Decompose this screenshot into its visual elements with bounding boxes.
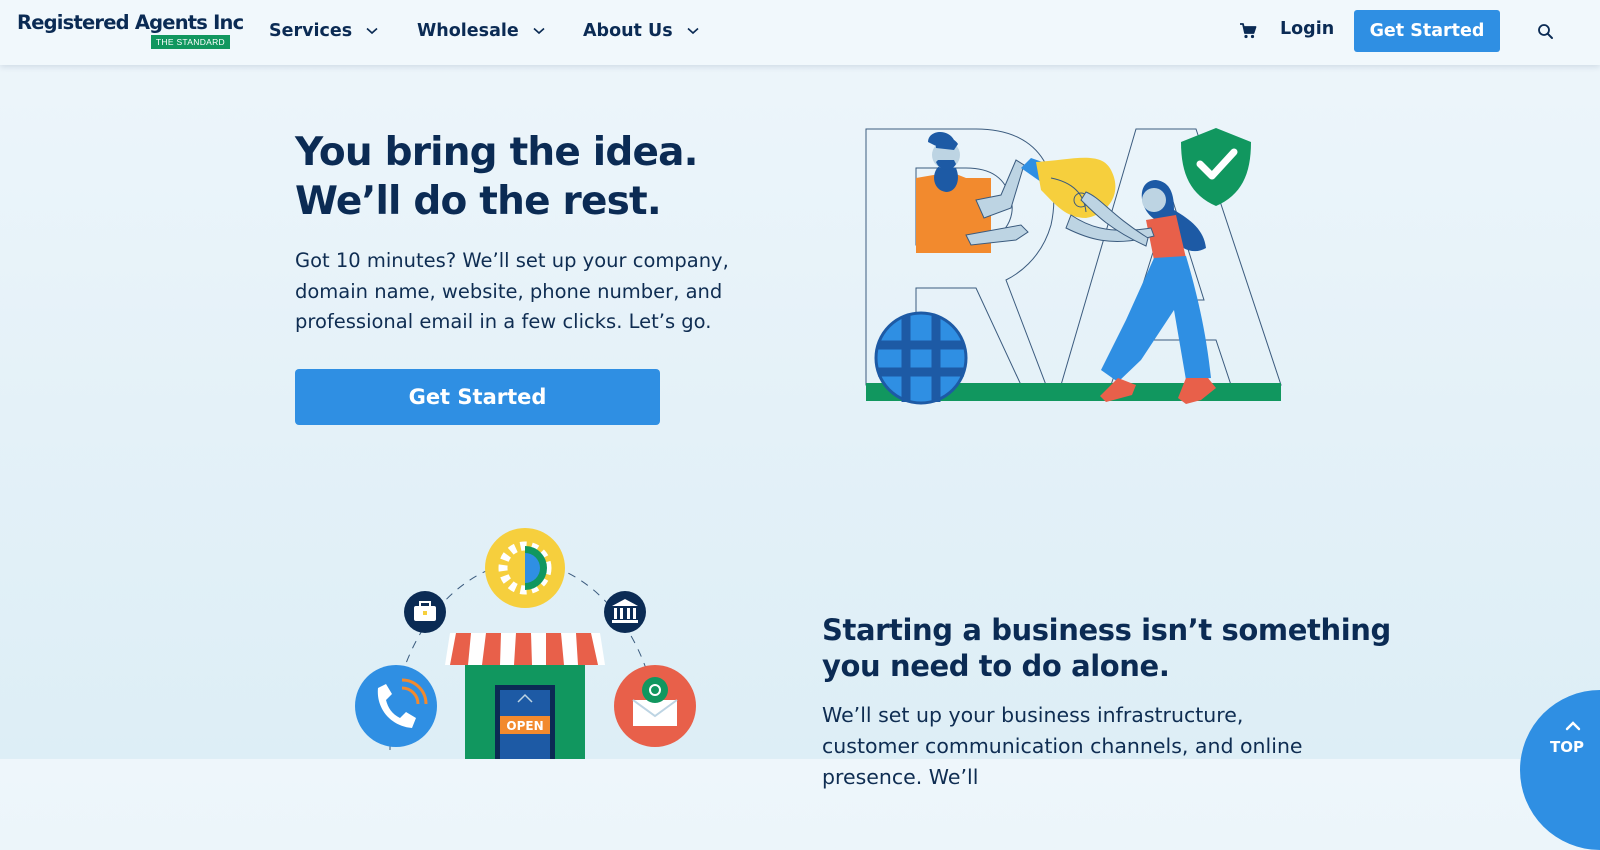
man-figure xyxy=(916,131,1029,253)
logo-text: Registered Agents Inc xyxy=(17,11,244,34)
logo-tagline: THE STANDARD xyxy=(150,35,230,49)
hero-title: You bring the idea. We’ll do the rest. xyxy=(295,128,698,226)
section-title-line-2: you need to do alone. xyxy=(822,649,1170,683)
briefcase-icon xyxy=(404,591,446,633)
globe-gear-icon xyxy=(485,528,565,608)
globe-icon xyxy=(874,311,968,405)
login-link[interactable]: Login xyxy=(1280,19,1334,39)
section-title-line-1: Starting a business isn’t something xyxy=(822,613,1391,647)
email-icon xyxy=(614,665,696,747)
section-description: We’ll set up your business infrastructur… xyxy=(822,703,1303,789)
nav-services-label: Services xyxy=(269,21,353,41)
nav-wholesale-label: Wholesale xyxy=(417,21,519,41)
chevron-up-icon xyxy=(1565,718,1581,736)
search-icon[interactable] xyxy=(1536,22,1556,42)
nav-about-us[interactable]: About Us xyxy=(583,19,699,43)
chevron-down-icon xyxy=(366,27,378,35)
storefront-icon: OPEN xyxy=(445,633,605,759)
section-title: Starting a business isn’t something you … xyxy=(822,612,1391,684)
cart-icon[interactable] xyxy=(1239,22,1257,40)
chevron-down-icon xyxy=(533,27,545,35)
open-sign-text: OPEN xyxy=(506,719,543,733)
back-to-top-button[interactable]: TOP xyxy=(1520,690,1600,850)
hero-title-line-1: You bring the idea. xyxy=(295,130,698,175)
shield-check-icon xyxy=(1181,128,1251,206)
nav-services[interactable]: Services xyxy=(269,19,378,43)
nav-wholesale[interactable]: Wholesale xyxy=(417,19,545,43)
chevron-down-icon xyxy=(687,27,699,35)
hero-illustration xyxy=(856,120,1296,430)
header-get-started-button[interactable]: Get Started xyxy=(1354,10,1500,52)
bank-icon xyxy=(604,591,646,633)
site-header: Registered Agents Inc THE STANDARD Servi… xyxy=(0,0,1600,65)
hero-description: Got 10 minutes? We’ll set up your compan… xyxy=(295,249,729,333)
logo[interactable]: Registered Agents Inc THE STANDARD xyxy=(17,11,244,51)
business-hub-illustration: OPEN xyxy=(350,520,710,759)
back-to-top-label: TOP xyxy=(1550,738,1584,756)
nav-about-us-label: About Us xyxy=(583,21,673,41)
hero-get-started-button[interactable]: Get Started xyxy=(295,369,660,425)
hero-title-line-2: We’ll do the rest. xyxy=(295,179,662,224)
phone-icon xyxy=(355,665,437,747)
